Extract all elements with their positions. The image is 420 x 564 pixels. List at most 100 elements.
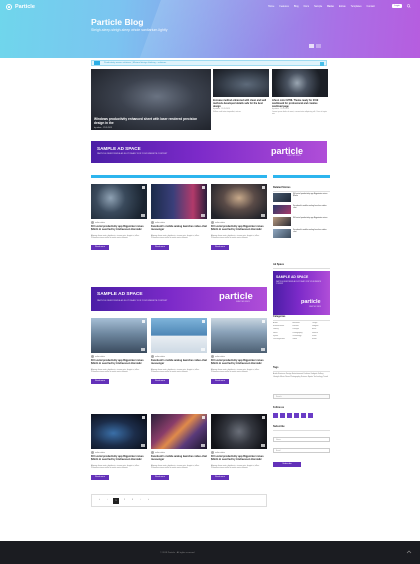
post-image[interactable] bbox=[91, 184, 147, 219]
ad-banner-1[interactable]: SAMPLE AD SPACE PARTICLE RESPONSIVE AD S… bbox=[91, 141, 327, 163]
category-link[interactable]: Audio bbox=[273, 322, 291, 324]
post-image[interactable] bbox=[151, 184, 207, 219]
category-link[interactable]: Uncategorized bbox=[273, 338, 291, 340]
nav-item[interactable]: Sample bbox=[314, 5, 322, 8]
post-title[interactable]: Fill social productivity app Bigpointer … bbox=[211, 359, 267, 365]
post-image[interactable] bbox=[211, 184, 267, 219]
nav-item[interactable]: Docs bbox=[304, 5, 309, 8]
logo[interactable]: Particle bbox=[6, 4, 35, 10]
post-image[interactable] bbox=[211, 414, 267, 449]
page-button-current[interactable]: 1 bbox=[113, 497, 119, 504]
category-link[interactable]: Business bbox=[292, 322, 310, 324]
rss-icon[interactable] bbox=[308, 413, 313, 418]
bookmark-icon[interactable] bbox=[142, 416, 145, 419]
read-more-button[interactable]: Read more bbox=[211, 379, 229, 384]
category-link[interactable]: Gadgets bbox=[312, 325, 330, 327]
nav-item[interactable]: Contact bbox=[367, 5, 375, 8]
bookmark-icon[interactable] bbox=[202, 416, 205, 419]
related-item[interactable]: Facebook's mobile analog launches video-… bbox=[273, 229, 329, 238]
bookmark-icon[interactable] bbox=[142, 186, 145, 189]
ad-banner-2[interactable]: SAMPLE AD SPACE PARTICLE RESPONSIVE AD S… bbox=[91, 287, 267, 311]
read-more-button[interactable]: Read more bbox=[151, 379, 169, 384]
ticker-next-icon[interactable] bbox=[320, 62, 324, 66]
facebook-icon[interactable] bbox=[273, 413, 278, 418]
tag-cloud[interactable]: Audio Business Design Entertainment Fash… bbox=[273, 373, 330, 378]
sidebar-ad[interactable]: SAMPLE AD SPACE PARTICLE RESPONSIVE AD S… bbox=[273, 271, 330, 315]
view-switcher[interactable] bbox=[309, 44, 321, 48]
nav-item[interactable]: Extras bbox=[339, 5, 346, 8]
category-link[interactable]: Technology bbox=[292, 335, 310, 337]
category-link[interactable]: Photography bbox=[292, 332, 310, 334]
nav-item-active[interactable]: Demo bbox=[327, 5, 334, 8]
bookmark-icon[interactable] bbox=[142, 320, 145, 323]
read-more-button[interactable]: Read more bbox=[151, 245, 169, 250]
related-item[interactable]: Facebook's mobile analog launches video-… bbox=[273, 205, 329, 214]
nav-item[interactable]: Templates bbox=[351, 5, 362, 8]
category-link[interactable]: World bbox=[312, 338, 330, 340]
sidebar-search-input[interactable]: Search bbox=[273, 394, 330, 399]
login-button[interactable]: Login bbox=[392, 3, 402, 8]
bookmark-icon[interactable] bbox=[262, 320, 265, 323]
category-link[interactable]: Music bbox=[312, 328, 330, 330]
twitter-icon[interactable] bbox=[280, 413, 285, 418]
post-image[interactable] bbox=[91, 318, 147, 353]
category-link[interactable]: Travel bbox=[312, 335, 330, 337]
featured-side-1-title[interactable]: Increase method enhanced with clean and … bbox=[213, 99, 269, 108]
read-more-button[interactable]: Read more bbox=[91, 475, 109, 480]
subscribe-button[interactable]: Subscribe bbox=[273, 462, 301, 467]
ticker-text[interactable]: Productivity aware solutions | Minimal d… bbox=[104, 62, 166, 64]
next-page-button[interactable]: › bbox=[138, 498, 143, 503]
first-page-button[interactable]: « bbox=[97, 498, 102, 503]
post-image[interactable] bbox=[151, 414, 207, 449]
featured-side-1-image[interactable] bbox=[213, 69, 269, 97]
linkedin-icon[interactable] bbox=[301, 413, 306, 418]
prev-page-button[interactable]: ‹ bbox=[105, 498, 110, 503]
related-thumb[interactable] bbox=[273, 229, 291, 238]
featured-main[interactable]: Windows productivity enhanced sheet with… bbox=[91, 69, 211, 130]
category-link[interactable]: Video bbox=[292, 338, 310, 340]
category-link[interactable]: Science bbox=[312, 332, 330, 334]
category-link[interactable]: Entertainment bbox=[273, 325, 291, 327]
grid-view-icon[interactable] bbox=[309, 44, 314, 48]
subscribe-email-field[interactable]: Email bbox=[273, 448, 330, 453]
category-link[interactable]: Fashion bbox=[292, 325, 310, 327]
related-thumb[interactable] bbox=[273, 193, 291, 202]
featured-side-2-image[interactable] bbox=[272, 69, 328, 97]
related-title[interactable]: Fill social productivity app Bigpointer … bbox=[293, 193, 329, 202]
featured-main-title[interactable]: Windows productivity enhanced sheet with… bbox=[94, 117, 204, 126]
related-title[interactable]: Fill social productivity app Bigpointer … bbox=[293, 217, 329, 226]
post-image[interactable] bbox=[91, 414, 147, 449]
post-title[interactable]: Facebook's mobile analog launches video-… bbox=[151, 225, 207, 231]
page-button[interactable]: 3 bbox=[130, 498, 135, 503]
nav-item[interactable]: Features bbox=[279, 5, 288, 8]
category-link[interactable]: Lifestyle bbox=[292, 328, 310, 330]
category-link[interactable]: Design bbox=[312, 322, 330, 324]
read-more-button[interactable]: Read more bbox=[91, 245, 109, 250]
post-title[interactable]: Facebook's mobile analog launches video-… bbox=[151, 359, 207, 365]
category-link[interactable]: Gallery bbox=[273, 328, 291, 330]
category-link[interactable]: News bbox=[273, 332, 291, 334]
youtube-icon[interactable] bbox=[294, 413, 299, 418]
page-button[interactable]: 2 bbox=[122, 498, 127, 503]
search-icon[interactable] bbox=[405, 4, 413, 8]
post-image[interactable] bbox=[151, 318, 207, 353]
bookmark-icon[interactable] bbox=[262, 416, 265, 419]
post-title[interactable]: Fill social productivity app Bigpointer … bbox=[211, 225, 267, 231]
post-image[interactable] bbox=[211, 318, 267, 353]
related-thumb[interactable] bbox=[273, 217, 291, 226]
read-more-button[interactable]: Read more bbox=[211, 475, 229, 480]
category-link[interactable]: Sports bbox=[273, 335, 291, 337]
related-item[interactable]: Fill social productivity app Bigpointer … bbox=[273, 217, 329, 226]
related-title[interactable]: Facebook's mobile analog launches video-… bbox=[293, 205, 329, 214]
related-thumb[interactable] bbox=[273, 205, 291, 214]
post-title[interactable]: Facebook's mobile analog launches video-… bbox=[151, 455, 207, 461]
post-title[interactable]: Fill social productivity app Bigpointer … bbox=[91, 359, 147, 365]
read-more-button[interactable]: Read more bbox=[151, 475, 169, 480]
list-view-icon[interactable] bbox=[315, 44, 321, 48]
back-to-top-icon[interactable] bbox=[406, 549, 412, 555]
related-item[interactable]: Fill social productivity app Bigpointer … bbox=[273, 193, 329, 202]
bookmark-icon[interactable] bbox=[202, 186, 205, 189]
bookmark-icon[interactable] bbox=[202, 320, 205, 323]
post-title[interactable]: Fill social productivity app Bigpointer … bbox=[91, 225, 147, 231]
last-page-button[interactable]: » bbox=[146, 498, 151, 503]
